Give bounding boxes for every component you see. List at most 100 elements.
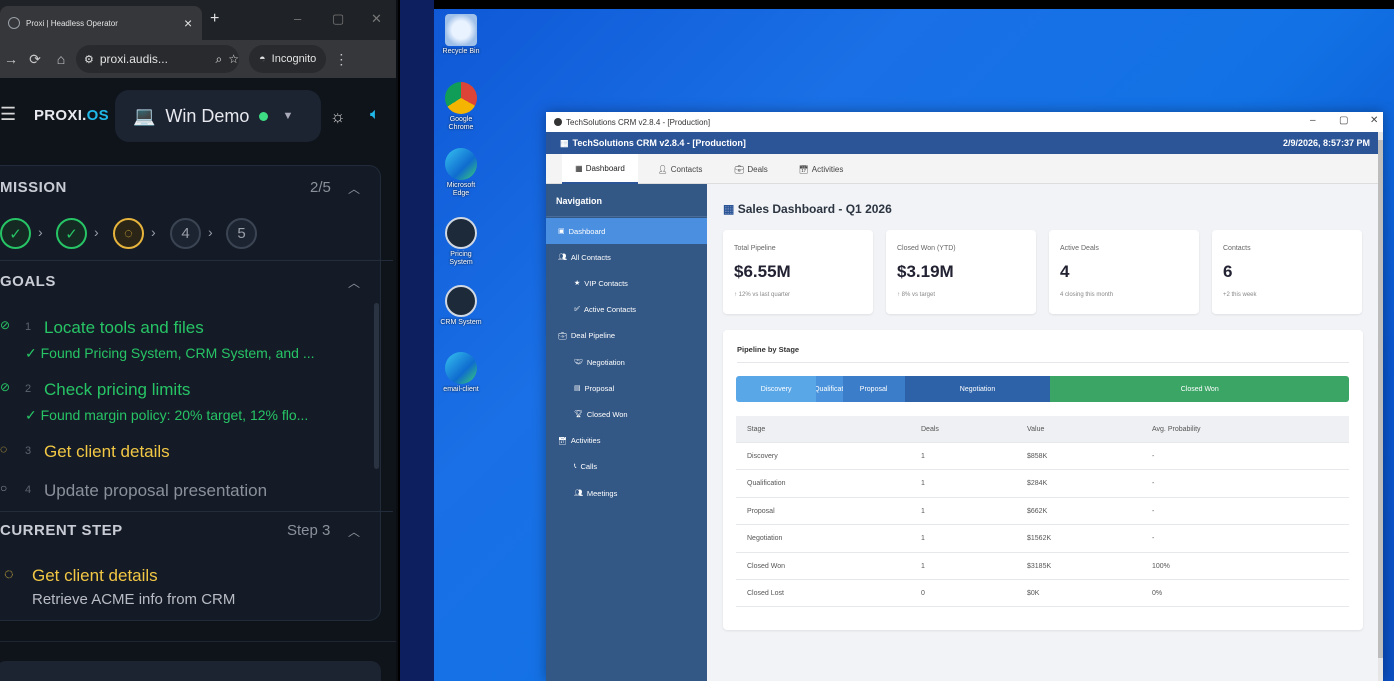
pipeline-segment[interactable]: Proposal	[842, 376, 905, 402]
briefcase-icon: 💼︎	[558, 332, 567, 340]
close-icon[interactable]: ✕	[1370, 115, 1378, 126]
home-icon[interactable]: ⌂	[48, 51, 74, 67]
table-row[interactable]: Proposal 1 $662K -	[736, 498, 1349, 526]
user-icon: 👤︎	[657, 164, 668, 174]
minimize-icon[interactable]: –	[1310, 115, 1316, 126]
nav-item-calls[interactable]: 📞︎ Calls	[546, 454, 707, 480]
desktop-icon[interactable]: Pricing System	[440, 217, 482, 267]
pipeline-segment[interactable]: Closed Won	[1050, 376, 1349, 402]
nav-item-closed-won[interactable]: 🏆︎ Closed Won	[546, 401, 707, 427]
collapse-mission-icon[interactable]: ︿	[348, 180, 360, 197]
pipeline-segment[interactable]: Qualificati	[816, 376, 843, 402]
reload-icon[interactable]: ⟳	[22, 51, 48, 68]
goal-title[interactable]: Get client details	[44, 442, 170, 462]
kpi-value: $6.55M	[734, 262, 791, 281]
desktop-icon[interactable]: Recycle Bin	[440, 14, 482, 56]
browser-tab[interactable]: Proxi | Headless Operator ×	[0, 6, 202, 40]
nav-item-negotiation[interactable]: 🤝︎ Negotiation	[546, 349, 707, 375]
goal-number: 4	[25, 484, 32, 496]
nav-item-label: Proposal	[584, 383, 615, 393]
mission-step-5[interactable]: 5	[226, 218, 257, 249]
hamburger-icon[interactable]: ☰	[0, 104, 16, 125]
nav-item-deal-pipeline[interactable]: 💼︎ Deal Pipeline	[546, 323, 707, 349]
forward-icon[interactable]: →	[0, 51, 22, 67]
url-field[interactable]: ⚙ proxi.audis... ⌕ ☆	[76, 45, 239, 73]
nav-item-meetings[interactable]: 👥︎ Meetings	[546, 480, 707, 506]
nav-item-active-contacts[interactable]: ✅︎ Active Contacts	[546, 297, 707, 323]
goal-title[interactable]: Check pricing limits	[44, 380, 190, 400]
search-icon[interactable]: ⌕	[216, 52, 223, 67]
chevron-right-icon: ›	[151, 224, 156, 240]
goals-scrollbar[interactable]	[374, 303, 379, 469]
new-tab-icon[interactable]: +	[210, 10, 219, 28]
kpi-card: Total Pipeline $6.55M ↑ 12% vs last quarte…	[723, 230, 873, 314]
tab-title: Proxi | Headless Operator	[26, 18, 118, 28]
maximize-icon[interactable]: ▢	[1339, 115, 1348, 126]
mission-step-3[interactable]: ◌	[113, 218, 144, 249]
crm-header: ▦ TechSolutions CRM v2.8.4 - [Production…	[546, 132, 1378, 154]
nav-item-proposal[interactable]: ▤ Proposal	[546, 375, 707, 401]
menu-icon[interactable]: ⋮	[334, 51, 348, 68]
nav-item-all-contacts[interactable]: 👥︎ All Contacts	[546, 244, 707, 270]
column-header[interactable]: Value	[1027, 416, 1044, 443]
crm-tabs: ▦ Dashboard 👤︎ Contacts 💼︎ Deals 📅︎ Activities	[546, 154, 1378, 184]
goal-title[interactable]: Locate tools and files	[44, 318, 204, 338]
collapse-current-step-icon[interactable]: ︿	[348, 523, 360, 540]
table-cell: 0%	[1152, 589, 1163, 597]
incognito-badge[interactable]: ◓ Incognito	[249, 45, 327, 73]
tab-contacts[interactable]: 👤︎ Contacts	[648, 154, 712, 184]
table-cell: 1	[921, 480, 925, 488]
table-row[interactable]: Closed Lost 0 $0K 0%	[736, 580, 1349, 608]
desktop-icon[interactable]: Microsoft Edge	[440, 148, 482, 198]
windows-desktop: Recycle Bin Google Chrome Microsoft Edge Pr…	[434, 0, 1394, 681]
tab-activities[interactable]: 📅︎ Activities	[790, 154, 852, 184]
mission-progress: 2/5	[310, 179, 331, 196]
app-icon	[554, 118, 562, 126]
session-selector[interactable]: 💻 Win Demo ▼	[115, 90, 321, 142]
column-header[interactable]: Avg. Probability	[1152, 416, 1201, 443]
table-row[interactable]: Negotiation 1 $1562K -	[736, 525, 1349, 553]
tab-label: Dashboard	[585, 163, 625, 173]
tab-dashboard[interactable]: ▦ Dashboard	[562, 154, 638, 184]
table-row[interactable]: Qualification 1 $284K -	[736, 470, 1349, 498]
star-icon[interactable]: ☆	[228, 52, 239, 66]
mission-step-4[interactable]: 4	[170, 218, 201, 249]
column-header[interactable]: Stage	[747, 416, 765, 443]
close-window-icon[interactable]: ✕	[371, 11, 382, 27]
chart-icon: ▦	[723, 202, 735, 216]
crm-scrollbar[interactable]	[1378, 132, 1383, 681]
table-cell: $662K	[1027, 507, 1048, 515]
column-header[interactable]: Deals	[921, 416, 939, 443]
desktop-icon[interactable]: email-client	[440, 352, 482, 394]
tab-deals[interactable]: 💼︎ Deals	[724, 154, 778, 184]
nav-item-label: VIP Contacts	[584, 278, 628, 288]
contacts-icon: 👥︎	[558, 254, 567, 262]
table-row[interactable]: Closed Won 1 $3185K 100%	[736, 553, 1349, 580]
nav-item-activities[interactable]: 📅︎ Activities	[546, 428, 707, 454]
pipeline-segment[interactable]: Discovery	[736, 376, 817, 402]
mission-step-1[interactable]: ✓	[0, 218, 31, 249]
desktop-icon[interactable]: CRM System	[440, 285, 482, 327]
close-icon[interactable]: ×	[184, 15, 202, 31]
site-info-icon[interactable]: ⚙	[84, 53, 94, 66]
check-circle-icon: ⊘	[0, 318, 11, 332]
speaker-icon[interactable]: 🔈︎	[370, 106, 380, 124]
table-cell: $1562K	[1027, 535, 1052, 543]
table-cell: -	[1152, 480, 1155, 488]
table-row[interactable]: Discovery 1 $858K -	[736, 443, 1349, 471]
goal-title[interactable]: Update proposal presentation	[44, 481, 267, 501]
table-cell: 1	[921, 562, 925, 570]
minimize-icon[interactable]: –	[294, 11, 301, 26]
theme-toggle-icon[interactable]: ☼	[330, 107, 346, 127]
nav-item-vip-contacts[interactable]: ★ VIP Contacts	[546, 270, 707, 296]
nav-item-dashboard[interactable]: ▣ Dashboard	[546, 218, 707, 244]
pipeline-segment[interactable]: Negotiation	[904, 376, 1051, 402]
desktop-icon[interactable]: Google Chrome	[440, 82, 482, 132]
pipeline-table: Stage Deals Value Avg. Probability Discovery…	[736, 416, 1349, 608]
tab-label: Deals	[747, 164, 768, 174]
dashboard-icon: ▣	[558, 228, 565, 235]
maximize-icon[interactable]: ▢	[332, 11, 344, 27]
incognito-icon: ◓	[259, 53, 266, 65]
collapse-goals-icon[interactable]: ︿	[348, 274, 360, 291]
mission-step-2[interactable]: ✓	[56, 218, 87, 249]
